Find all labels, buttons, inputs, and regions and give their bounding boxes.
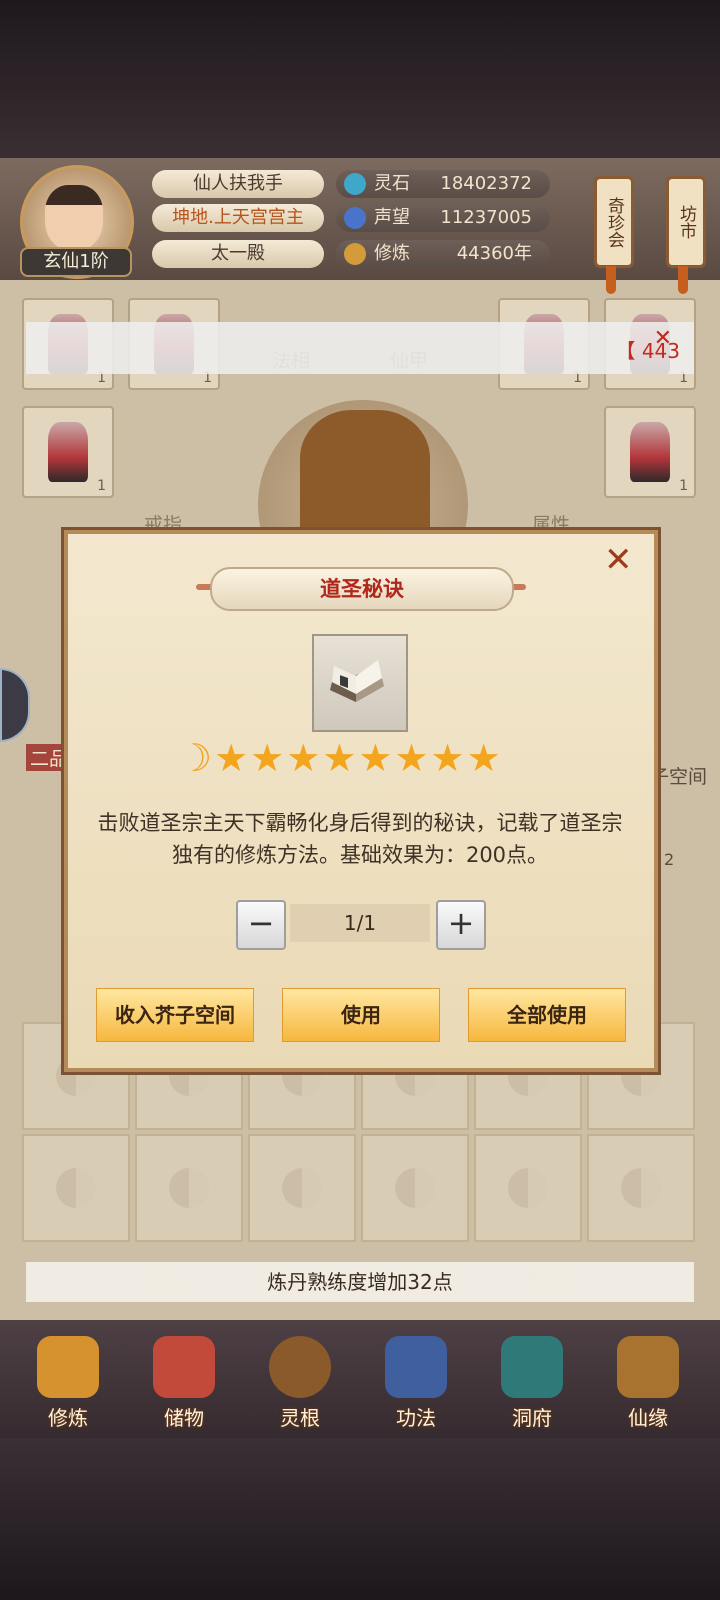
yin-yang-icon bbox=[395, 1168, 435, 1208]
star-icon: ★ bbox=[430, 736, 467, 780]
cultivate-icon bbox=[37, 1336, 99, 1398]
yin-yang-icon bbox=[508, 1168, 548, 1208]
nav-label: 功法 bbox=[396, 1406, 436, 1430]
inventory-cell[interactable] bbox=[361, 1134, 469, 1242]
rank-label: 玄仙1阶 bbox=[20, 247, 132, 277]
moon-icon: ☽ bbox=[178, 736, 215, 780]
notification-toast bbox=[26, 322, 694, 374]
item-description: 击败道圣宗主天下霸畅化身后得到的秘诀，记载了道圣宗独有的修炼方法。基础效果为：2… bbox=[97, 811, 623, 867]
mustard-space-label: 子空间 bbox=[650, 766, 708, 788]
resource-value: 18402372 bbox=[440, 173, 532, 194]
use-all-button[interactable]: 全部使用 bbox=[468, 988, 626, 1042]
star-icon: ★ bbox=[466, 736, 503, 780]
treasure-fair-button[interactable]: 奇珍会 bbox=[594, 176, 634, 268]
use-button[interactable]: 使用 bbox=[282, 988, 440, 1042]
storage-bag-icon bbox=[153, 1336, 215, 1398]
nav-immortal-fate[interactable]: 仙缘 bbox=[598, 1330, 698, 1430]
equipment-slot[interactable]: 1 bbox=[604, 406, 696, 498]
quantity-field[interactable]: 1/1 bbox=[290, 904, 430, 942]
player-title: 坤地.上天宫宫主 bbox=[152, 204, 324, 232]
outfit-icon bbox=[48, 422, 88, 482]
spirit-stone-icon bbox=[344, 173, 366, 195]
character-silhouette bbox=[300, 410, 430, 530]
resource-value: 11237005 bbox=[440, 207, 532, 228]
scripture-icon bbox=[385, 1336, 447, 1398]
outfit-icon bbox=[630, 422, 670, 482]
market-button[interactable]: 坊市 bbox=[666, 176, 706, 268]
yin-yang-icon bbox=[56, 1168, 96, 1208]
nav-cultivate[interactable]: 修炼 bbox=[18, 1330, 118, 1430]
inventory-cell[interactable] bbox=[248, 1134, 356, 1242]
nav-label: 灵根 bbox=[280, 1406, 320, 1430]
close-icon[interactable]: ✕ bbox=[604, 540, 633, 580]
inventory-cell[interactable] bbox=[135, 1134, 243, 1242]
nav-label: 仙缘 bbox=[628, 1406, 668, 1430]
inventory-cell[interactable] bbox=[587, 1134, 695, 1242]
prestige-icon bbox=[344, 207, 366, 229]
nav-storage[interactable]: 储物 bbox=[134, 1330, 234, 1430]
star-icon: ★ bbox=[394, 736, 431, 780]
equipment-slot[interactable]: 1 bbox=[22, 406, 114, 498]
yin-yang-icon bbox=[282, 1168, 322, 1208]
nav-cave-dwelling[interactable]: 洞府 bbox=[482, 1330, 582, 1430]
store-to-space-button[interactable]: 收入芥子空间 bbox=[96, 988, 254, 1042]
player-sect: 太一殿 bbox=[152, 240, 324, 268]
resource-label: 灵石 bbox=[374, 173, 410, 194]
cave-dwelling-icon bbox=[501, 1336, 563, 1398]
yin-yang-icon bbox=[169, 1168, 209, 1208]
book-icon bbox=[330, 660, 384, 702]
nav-label: 修炼 bbox=[48, 1406, 88, 1430]
tassel-decoration bbox=[606, 266, 616, 294]
decrease-quantity-button[interactable]: − bbox=[236, 900, 286, 950]
increase-quantity-button[interactable]: + bbox=[436, 900, 486, 950]
resource-label: 修炼 bbox=[374, 243, 410, 264]
yin-yang-icon bbox=[621, 1168, 661, 1208]
resource-value: 44360年 bbox=[456, 243, 532, 264]
star-icon: ★ bbox=[214, 736, 251, 780]
star-icon: ★ bbox=[250, 736, 287, 780]
cultivation-counter: 修炼 44360年 bbox=[336, 240, 550, 268]
slot-count: 2 bbox=[664, 850, 675, 869]
inventory-cell[interactable] bbox=[474, 1134, 582, 1242]
bottom-dark-band bbox=[0, 1438, 720, 1600]
nav-techniques[interactable]: 功法 bbox=[366, 1330, 466, 1430]
nav-label: 洞府 bbox=[512, 1406, 552, 1430]
dialog-title: 道圣秘诀 bbox=[210, 567, 514, 611]
rarity-stars: ☽★★★★★★★★ bbox=[178, 738, 558, 778]
player-name: 仙人扶我手 bbox=[152, 170, 324, 198]
nav-spirit-root[interactable]: 灵根 bbox=[250, 1330, 350, 1430]
nav-label: 储物 bbox=[164, 1406, 204, 1430]
inventory-cell[interactable] bbox=[22, 1134, 130, 1242]
top-dark-band bbox=[0, 0, 720, 158]
alchemy-notification: 炼丹熟练度增加32点 bbox=[26, 1262, 694, 1302]
resource-label: 声望 bbox=[374, 207, 410, 228]
immortal-fate-icon bbox=[617, 1336, 679, 1398]
meditation-icon bbox=[344, 243, 366, 265]
close-icon[interactable]: ✕ bbox=[654, 326, 672, 351]
prestige-counter: 声望 11237005 bbox=[336, 204, 550, 232]
tassel-decoration bbox=[678, 266, 688, 294]
slot-count: 1 bbox=[679, 478, 688, 494]
star-icon: ★ bbox=[286, 736, 323, 780]
slot-count: 1 bbox=[97, 478, 106, 494]
star-icon: ★ bbox=[322, 736, 359, 780]
star-icon: ★ bbox=[358, 736, 395, 780]
avatar-portrait bbox=[45, 185, 103, 251]
spirit-root-icon bbox=[269, 1336, 331, 1398]
spirit-stone-counter: 灵石 18402372 bbox=[336, 170, 550, 198]
